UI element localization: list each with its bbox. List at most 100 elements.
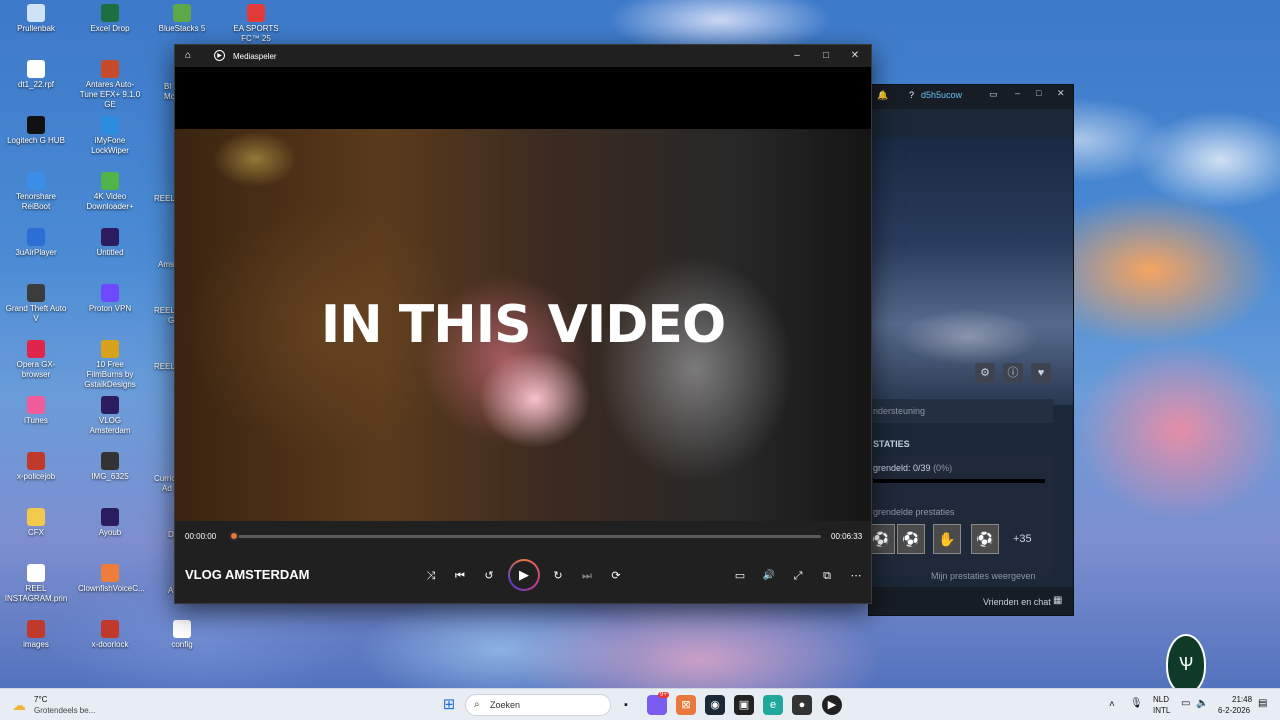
desktop-icon-label: Curric: [154, 474, 176, 483]
total-time: 00:06:33: [831, 532, 863, 541]
calendar-app-icon[interactable]: ▣: [734, 695, 754, 715]
desktop-icon[interactable]: ClownfishVoiceC...: [78, 564, 145, 594]
desktop-icon[interactable]: iMyFone LockWiper: [78, 116, 142, 156]
more-achievements-count[interactable]: +35: [1013, 533, 1032, 545]
desktop-icon[interactable]: Proton VPN: [78, 284, 142, 314]
forward-30-icon[interactable]: ↻: [548, 567, 568, 585]
desktop-icon[interactable]: VLOG Amsterdam: [78, 396, 142, 436]
weather-desc[interactable]: Grotendeels be...: [34, 706, 95, 715]
weather-icon[interactable]: ☁: [12, 697, 26, 714]
achievement-icon[interactable]: ✋: [933, 524, 961, 554]
miniplayer-icon[interactable]: ⧉: [817, 567, 837, 585]
start-button-icon[interactable]: ⊞: [439, 695, 459, 715]
app-icon: [101, 508, 119, 526]
view-achievements-link[interactable]: Mijn prestaties weergeven: [931, 571, 1036, 581]
desktop-icon[interactable]: BlueStacks 5: [150, 4, 214, 34]
player-titlebar[interactable]: ⌂ ▶ Mediaspeler – □ ✕: [175, 45, 871, 67]
support-row[interactable]: ndersteuning: [869, 399, 1053, 423]
taskbar: ☁ 7°C Grotendeels be... ⊞ ⌕ Zoeken ▪ 9+ …: [0, 688, 1280, 720]
search-box[interactable]: ⌕ Zoeken: [465, 694, 611, 716]
desktop-icon[interactable]: images: [4, 620, 68, 650]
home-icon[interactable]: ⌂: [185, 50, 191, 61]
seek-knob[interactable]: [229, 531, 239, 541]
app-icon: [101, 564, 119, 582]
heart-icon[interactable]: ♥: [1031, 363, 1051, 383]
info-icon[interactable]: ⓘ: [1003, 363, 1023, 383]
clock-date[interactable]: 6-2-2026: [1218, 706, 1250, 715]
chevron-up-icon[interactable]: ˄: [1109, 699, 1115, 710]
search-placeholder: Zoeken: [490, 700, 521, 710]
help-button[interactable]: ?: [909, 90, 914, 100]
file-app-icon[interactable]: ⊠: [676, 695, 696, 715]
steam-taskbar-icon[interactable]: ◉: [705, 695, 725, 715]
friends-chat-icon[interactable]: ▦: [1053, 595, 1062, 606]
desktop-icon[interactable]: Ayoub: [78, 508, 142, 538]
clock-time[interactable]: 21:48: [1232, 695, 1252, 704]
notifications-icon[interactable]: ▤: [1258, 698, 1267, 709]
steam-username[interactable]: d5h5ucow: [921, 90, 962, 100]
chat-app-icon[interactable]: [647, 695, 667, 715]
achievement-icon[interactable]: ⚽: [897, 524, 925, 554]
shuffle-icon[interactable]: ⤨: [421, 567, 441, 585]
desktop-icon[interactable]: Logitech G HUB: [4, 116, 68, 146]
next-icon[interactable]: ⏭: [577, 567, 597, 585]
notification-bell-icon[interactable]: 🔔: [877, 90, 888, 101]
desktop-icon[interactable]: REEL INSTAGRAM.prin: [4, 564, 68, 604]
maximize-icon[interactable]: □: [818, 48, 834, 64]
desktop-icon-label: images: [23, 640, 49, 649]
speaker-icon[interactable]: 🔈: [1196, 698, 1208, 709]
subtitles-icon[interactable]: ▭: [730, 567, 750, 585]
monitor-icon[interactable]: ▭: [989, 89, 998, 100]
more-options-icon[interactable]: ⋯: [846, 567, 866, 585]
task-view-icon[interactable]: ▪: [616, 695, 636, 715]
desktop-icon[interactable]: Grand Theft Auto V: [4, 284, 68, 324]
desktop-icon[interactable]: Opera GX-browser: [4, 340, 68, 380]
network-icon[interactable]: ▭: [1181, 698, 1190, 709]
close-icon[interactable]: ✕: [847, 48, 863, 64]
desktop-icon[interactable]: CFX: [4, 508, 68, 538]
settings-gear-icon[interactable]: ⚙: [975, 363, 995, 383]
desktop-icon[interactable]: Excel Drop: [78, 4, 142, 34]
microphone-icon[interactable]: 🎙: [1130, 698, 1143, 709]
desktop-icon[interactable]: Untitled: [78, 228, 142, 258]
friends-chat-button[interactable]: Vrienden en chat: [983, 597, 1051, 607]
minimize-icon[interactable]: –: [1015, 88, 1020, 98]
desktop-icon[interactable]: dt1_22.rpf: [4, 60, 68, 90]
app-icon: [27, 172, 45, 190]
steam-window[interactable]: 🔔 ? d5h5ucow ▭ – □ ✕ ⚙ ⓘ ♥ ndersteuning …: [867, 84, 1074, 616]
unlocked-pct: (0%): [933, 463, 953, 473]
achievement-icon[interactable]: ⚽: [971, 524, 999, 554]
desktop-icon[interactable]: 10 Free FilmBurns by GstaikDesigns: [78, 340, 142, 390]
edge-browser-icon[interactable]: e: [763, 695, 783, 715]
media-player-taskbar-icon[interactable]: ▶: [822, 695, 842, 715]
steam-titlebar[interactable]: 🔔 ? d5h5ucow ▭ – □ ✕: [869, 85, 1073, 109]
desktop-icon[interactable]: Tenorshare ReiBoot: [4, 172, 68, 212]
desktop-icon[interactable]: config: [150, 620, 214, 650]
weather-temp[interactable]: 7°C: [34, 695, 47, 704]
play-button[interactable]: ▶: [508, 559, 540, 591]
language-bottom[interactable]: INTL: [1153, 706, 1170, 715]
desktop-icon[interactable]: IMG_6325: [78, 452, 142, 482]
close-icon[interactable]: ✕: [1057, 88, 1065, 99]
desktop-icon[interactable]: 4K Video Downloader+: [78, 172, 142, 212]
volume-icon[interactable]: 🔊: [759, 567, 779, 585]
fullscreen-icon[interactable]: ⤢: [788, 567, 808, 585]
desktop-icon[interactable]: x-doorlock: [78, 620, 142, 650]
seek-bar[interactable]: [233, 535, 821, 538]
desktop-icon[interactable]: Antares Auto-Tune EFX+ 9.1.0 GE: [78, 60, 142, 110]
video-area[interactable]: IN THIS VIDEO: [175, 67, 871, 521]
minimize-icon[interactable]: –: [789, 48, 805, 64]
desktop-icon[interactable]: x-policejob: [4, 452, 68, 482]
desktop-icon[interactable]: EA SPORTS FC™ 25: [224, 4, 288, 44]
desktop-icon[interactable]: Prullenbak: [4, 4, 68, 34]
desktop-icon[interactable]: 3uAirPlayer: [4, 228, 68, 258]
desktop-icon[interactable]: iTunes: [4, 396, 68, 426]
previous-icon[interactable]: ⏮: [450, 567, 470, 585]
game-app-icon[interactable]: ●: [792, 695, 812, 715]
maximize-icon[interactable]: □: [1036, 88, 1041, 98]
app-icon: [27, 452, 45, 470]
media-player-window[interactable]: ⌂ ▶ Mediaspeler – □ ✕ IN THIS VIDEO 00:0…: [174, 44, 872, 604]
rewind-10-icon[interactable]: ↺: [479, 567, 499, 585]
repeat-icon[interactable]: ⟳: [606, 567, 626, 585]
language-top[interactable]: NLD: [1153, 695, 1169, 704]
